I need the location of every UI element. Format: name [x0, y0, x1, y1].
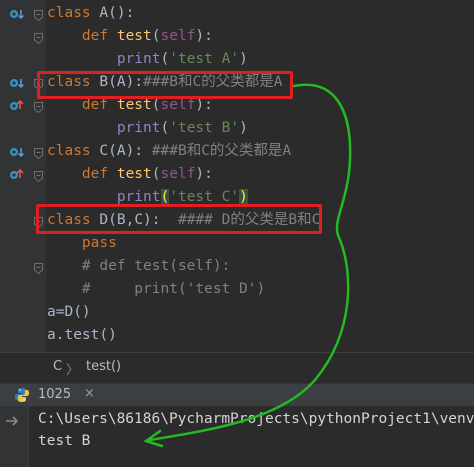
code-comment: # print('test D') — [81, 281, 266, 297]
annotation-box-class-d — [36, 204, 322, 234]
code-rest: (A): — [108, 143, 152, 159]
overrides-method-icon[interactable] — [9, 167, 25, 182]
code-class-name: A — [99, 5, 109, 21]
close-icon[interactable]: × — [84, 386, 95, 401]
gutter-line — [0, 163, 46, 186]
code-paren-close: ) — [239, 120, 248, 136]
implemented-by-icon[interactable] — [9, 6, 25, 21]
code-line[interactable]: print('test B') — [47, 117, 248, 140]
code-line[interactable]: a=D() — [47, 301, 91, 324]
console-gutter — [0, 406, 29, 467]
code-line[interactable]: pass — [47, 232, 117, 255]
code-paren-close: ): — [195, 166, 213, 182]
gutter-line — [0, 278, 46, 301]
fold-marker-icon[interactable] — [33, 168, 44, 183]
gutter-line — [0, 255, 46, 278]
gutter-line — [0, 25, 46, 48]
gutter-line — [0, 140, 46, 163]
code-line[interactable]: class A(): — [47, 2, 134, 25]
code-paren-open: ( — [160, 51, 170, 67]
editor-gutter — [0, 0, 46, 352]
gutter-line — [0, 117, 46, 140]
code-builtin: print — [116, 51, 161, 67]
implemented-by-icon[interactable] — [9, 144, 25, 159]
gutter-line — [0, 2, 46, 25]
code-keyword: def — [81, 97, 117, 113]
breadcrumb-separator: 〉 — [66, 363, 80, 378]
code-paren-close: ): — [195, 97, 213, 113]
code-keyword: class — [47, 5, 100, 21]
code-keyword: def — [81, 166, 117, 182]
run-tab[interactable]: 1025 × — [8, 384, 118, 406]
code-string: 'test C' — [169, 189, 240, 205]
code-paren-close: ) — [239, 51, 248, 67]
code-self-param: self — [160, 166, 196, 182]
code-line[interactable]: def test(self): — [47, 163, 213, 186]
gutter-line — [0, 301, 46, 324]
code-keyword: def — [81, 28, 117, 44]
console-command-line: C:\Users\86186\PycharmProjects\pythonPro… — [38, 411, 474, 427]
code-paren-close: ) — [239, 189, 248, 205]
code-builtin: print — [116, 189, 161, 205]
gutter-line — [0, 324, 46, 347]
code-line[interactable]: # print('test D') — [47, 278, 265, 301]
code-function-name: test — [116, 166, 152, 182]
code-keyword: class — [47, 143, 100, 159]
gutter-line — [0, 232, 46, 255]
breadcrumb-method[interactable]: test() — [86, 359, 121, 374]
code-self-param: self — [160, 97, 196, 113]
breadcrumb-class[interactable]: C — [53, 359, 62, 374]
code-rest: (): — [108, 5, 135, 21]
code-paren-open: ( — [151, 166, 161, 182]
breadcrumb: C 〉 test() — [0, 352, 474, 383]
code-paren-open: ( — [160, 189, 170, 205]
code-line[interactable]: class C(A): ###B和C的父类都是A — [47, 140, 291, 163]
code-statement: a=D() — [47, 304, 91, 320]
overrides-method-icon[interactable] — [9, 98, 25, 113]
code-paren-close: ): — [195, 28, 213, 44]
code-line[interactable]: a.test() — [47, 324, 117, 347]
fold-marker-icon[interactable] — [33, 260, 44, 275]
code-class-name: C — [99, 143, 109, 159]
fold-marker-icon[interactable] — [33, 30, 44, 45]
code-line[interactable]: # def test(self): — [47, 255, 230, 278]
implemented-by-icon[interactable] — [9, 75, 25, 90]
code-paren-open: ( — [151, 97, 161, 113]
gutter-line — [0, 48, 46, 71]
run-config-name: 1025 — [38, 387, 72, 402]
run-tool-window-tabs: 1025 × — [0, 383, 474, 407]
code-function-name: test — [116, 28, 152, 44]
arrow-icon[interactable] — [5, 412, 19, 426]
code-line[interactable]: def test(self): — [47, 25, 213, 48]
code-statement: a.test() — [47, 327, 117, 343]
fold-marker-icon[interactable] — [33, 145, 44, 160]
code-function-name: test — [116, 97, 152, 113]
code-self-param: self — [160, 28, 196, 44]
code-editor[interactable]: class A(): def test(self): print('test A… — [0, 0, 474, 352]
annotation-box-class-b — [37, 71, 293, 99]
code-string: 'test A' — [169, 51, 240, 67]
code-string: 'test B' — [169, 120, 240, 136]
code-line[interactable]: print('test A') — [47, 48, 248, 71]
console-output-line: test B — [38, 433, 91, 449]
python-icon — [14, 387, 30, 403]
code-comment: # def test(self): — [81, 258, 231, 274]
code-paren-open: ( — [160, 120, 170, 136]
code-paren-open: ( — [151, 28, 161, 44]
code-builtin: print — [116, 120, 161, 136]
code-comment: ###B和C的父类都是A — [151, 143, 292, 159]
fold-marker-icon[interactable] — [33, 7, 44, 22]
code-keyword: pass — [81, 235, 117, 251]
fold-marker-icon[interactable] — [33, 99, 44, 114]
run-console[interactable]: C:\Users\86186\PycharmProjects\pythonPro… — [0, 406, 474, 467]
